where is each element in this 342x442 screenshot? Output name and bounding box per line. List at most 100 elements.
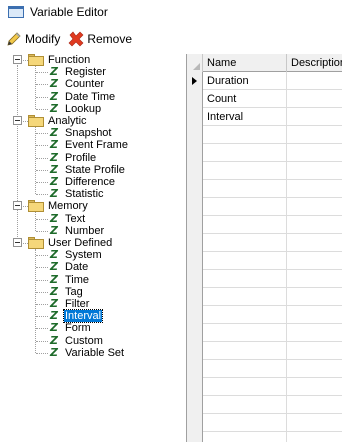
row-header[interactable] [187, 270, 203, 288]
cell-description[interactable] [287, 288, 342, 306]
cell-name[interactable] [203, 162, 287, 180]
collapse-icon[interactable] [13, 201, 22, 211]
row-header[interactable] [187, 432, 203, 442]
cell-name[interactable] [203, 270, 287, 288]
row-header[interactable] [187, 126, 203, 144]
row-header[interactable] [187, 360, 203, 378]
grid-row[interactable] [187, 252, 342, 270]
cell-description[interactable] [287, 342, 342, 360]
grid-row[interactable]: Interval [187, 108, 342, 126]
cell-description[interactable] [287, 324, 342, 342]
cell-name[interactable]: Count [203, 90, 287, 108]
grid-row[interactable] [187, 180, 342, 198]
cell-description[interactable] [287, 414, 342, 432]
grid-row[interactable] [187, 378, 342, 396]
row-header[interactable] [187, 108, 203, 126]
row-header[interactable] [187, 306, 203, 324]
row-header[interactable] [187, 252, 203, 270]
tree-item[interactable]: Z Interval [0, 309, 182, 324]
row-header[interactable] [187, 288, 203, 306]
grid-row[interactable] [187, 216, 342, 234]
row-header[interactable] [187, 72, 203, 90]
grid-row[interactable] [187, 324, 342, 342]
tree-item[interactable]: Z Form [0, 322, 182, 334]
grid-row[interactable] [187, 270, 342, 288]
grid-row[interactable]: Count [187, 90, 342, 108]
tree-item[interactable]: Z Filter [0, 298, 182, 310]
grid-row[interactable] [187, 162, 342, 180]
remove-button[interactable]: Remove [68, 31, 132, 47]
tree-item[interactable]: Z Register [0, 66, 182, 78]
cell-description[interactable] [287, 360, 342, 378]
column-header-description[interactable]: Description [287, 54, 342, 72]
grid-row[interactable] [187, 396, 342, 414]
cell-description[interactable] [287, 198, 342, 216]
row-header[interactable] [187, 342, 203, 360]
cell-description[interactable] [287, 108, 342, 126]
cell-description[interactable] [287, 306, 342, 324]
cell-description[interactable] [287, 270, 342, 288]
collapse-icon[interactable] [13, 116, 22, 125]
cell-name[interactable] [203, 216, 287, 234]
tree-item[interactable]: Z Statistic [0, 188, 182, 200]
cell-name[interactable] [203, 252, 287, 270]
row-header[interactable] [187, 414, 203, 432]
tree-item[interactable]: Z Event Frame [0, 139, 182, 151]
cell-name[interactable] [203, 126, 287, 144]
cell-description[interactable] [287, 126, 342, 144]
cell-name[interactable] [203, 306, 287, 324]
row-header[interactable] [187, 216, 203, 234]
tree-item[interactable]: Z Number [0, 224, 182, 237]
cell-description[interactable] [287, 432, 342, 442]
cell-name[interactable] [203, 180, 287, 198]
cell-description[interactable] [287, 162, 342, 180]
cell-description[interactable] [287, 378, 342, 396]
grid-row[interactable] [187, 198, 342, 216]
tree-item[interactable]: Z Lookup [0, 102, 182, 115]
tree-group[interactable]: Analytic [0, 115, 182, 127]
cell-description[interactable] [287, 72, 342, 90]
tree-item[interactable]: Z System [0, 249, 182, 261]
tree-item[interactable]: Z Time [0, 273, 182, 286]
cell-description[interactable] [287, 180, 342, 198]
cell-description[interactable] [287, 252, 342, 270]
tree-item[interactable]: Z Counter [0, 78, 182, 90]
tree-item[interactable]: Z Snapshot [0, 127, 182, 139]
tree-item[interactable]: Z State Profile [0, 163, 182, 176]
modify-button[interactable]: Modify [6, 31, 60, 47]
grid-row[interactable] [187, 126, 342, 144]
tree-group[interactable]: Function [0, 54, 182, 66]
tree-item[interactable]: Z Date Time [0, 90, 182, 103]
row-header[interactable] [187, 180, 203, 198]
cell-description[interactable] [287, 396, 342, 414]
cell-name[interactable] [203, 414, 287, 432]
cell-name[interactable]: Duration [203, 72, 287, 90]
cell-description[interactable] [287, 90, 342, 108]
cell-description[interactable] [287, 234, 342, 252]
cell-name[interactable] [203, 324, 287, 342]
tree-item[interactable]: Z Tag [0, 285, 182, 298]
grid-row[interactable] [187, 342, 342, 360]
cell-name[interactable] [203, 288, 287, 306]
tree-item[interactable]: Z Difference [0, 176, 182, 188]
variable-grid[interactable]: Name Description Duration Count Interval [186, 54, 342, 442]
tree-item[interactable]: Z Date [0, 261, 182, 273]
grid-row[interactable] [187, 306, 342, 324]
row-header[interactable] [187, 144, 203, 162]
tree-group[interactable]: Memory [0, 200, 182, 213]
grid-row[interactable] [187, 360, 342, 378]
select-all-corner[interactable] [187, 54, 203, 72]
tree-item[interactable]: Z Profile [0, 151, 182, 164]
cell-name[interactable] [203, 144, 287, 162]
variable-tree[interactable]: Function Z Register Z Counter Z Date Time Z Look… [0, 54, 182, 442]
cell-description[interactable] [287, 216, 342, 234]
column-header-name[interactable]: Name [203, 54, 287, 72]
grid-row[interactable] [187, 288, 342, 306]
collapse-icon[interactable] [13, 55, 22, 64]
cell-name[interactable] [203, 234, 287, 252]
tree-item[interactable]: Z Text [0, 212, 182, 225]
cell-name[interactable]: Interval [203, 108, 287, 126]
grid-row[interactable] [187, 432, 342, 442]
row-header[interactable] [187, 162, 203, 180]
cell-name[interactable] [203, 360, 287, 378]
